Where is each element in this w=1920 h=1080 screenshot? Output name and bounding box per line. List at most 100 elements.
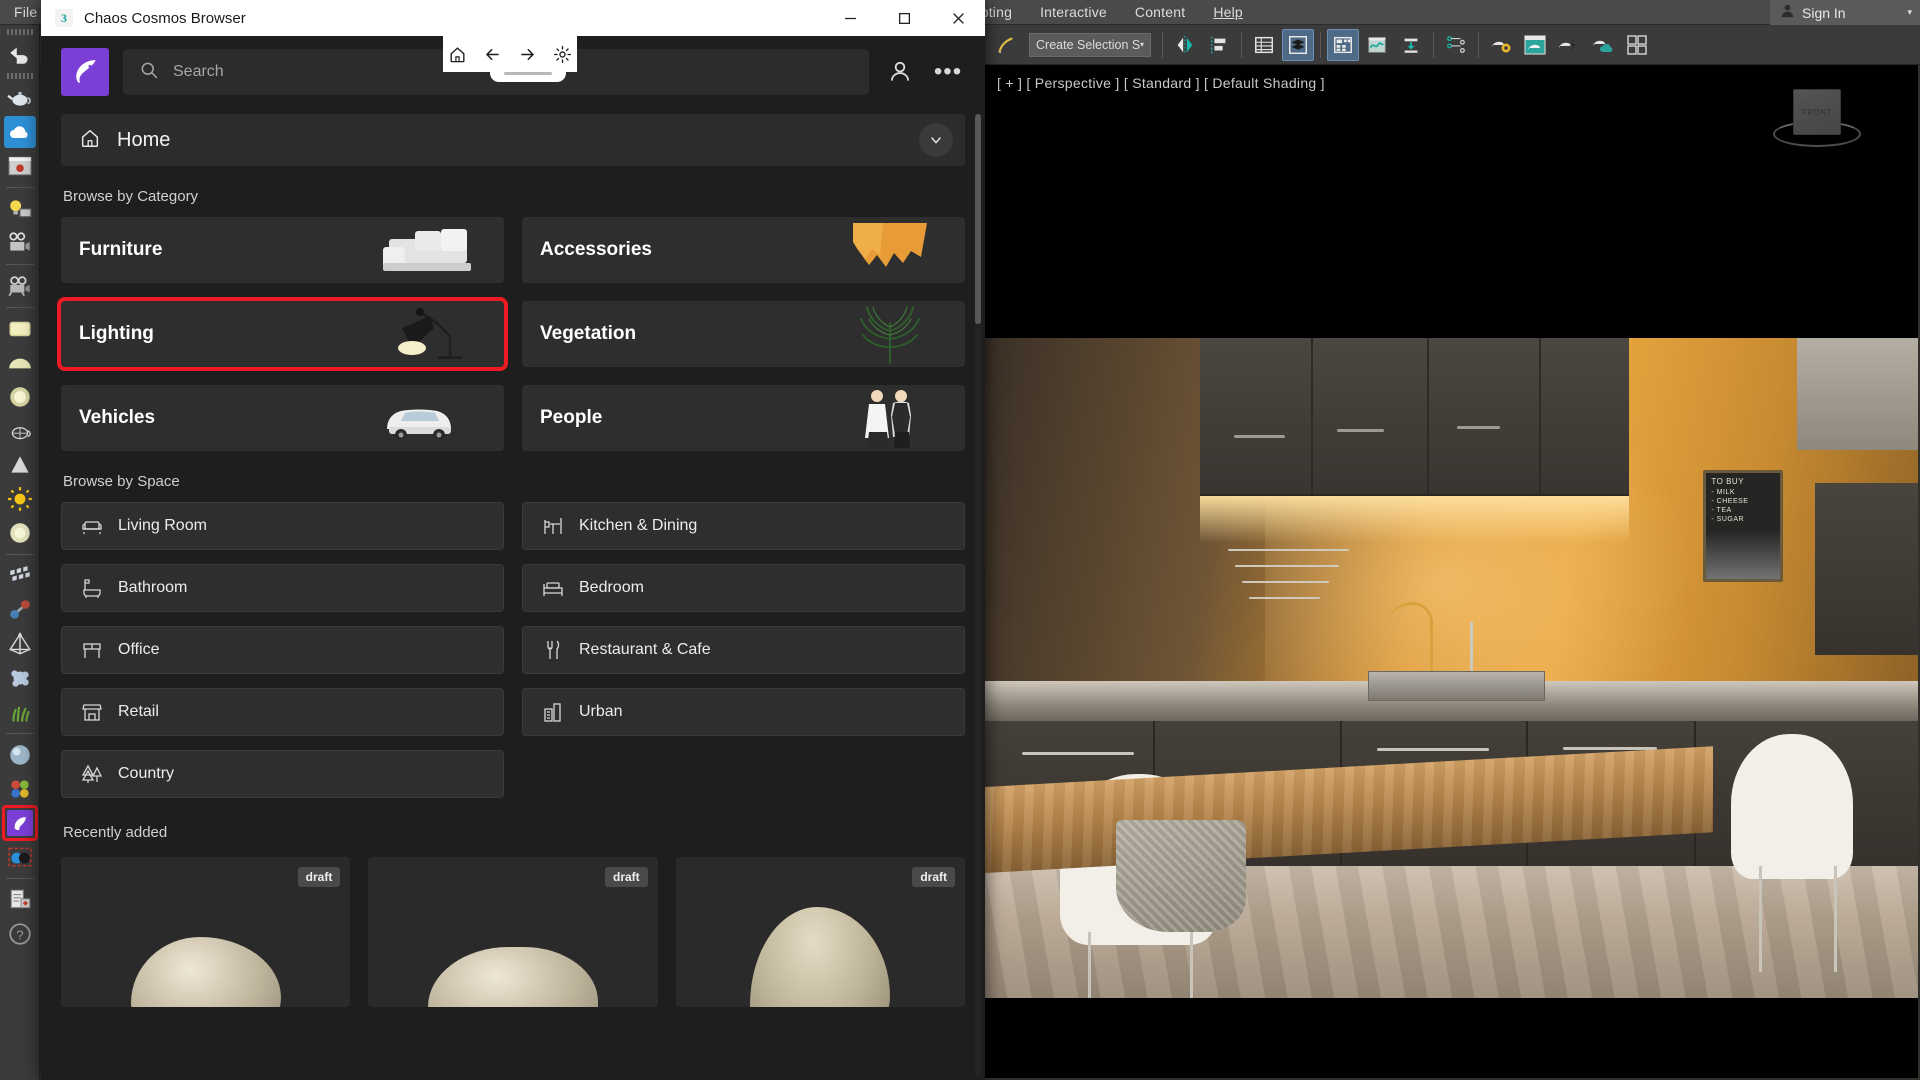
- rendered-image: TO BUY - MILK - CHEESE - TEA - SUGAR: [985, 338, 1918, 998]
- cosmos-logo-icon: [61, 48, 109, 96]
- render-region-icon[interactable]: [1621, 29, 1653, 61]
- mesh-light-icon[interactable]: [4, 415, 36, 447]
- user-account-icon[interactable]: [883, 55, 917, 89]
- space-label: Office: [118, 641, 160, 658]
- cloud-upload-icon[interactable]: [3, 116, 36, 148]
- menu-item-help[interactable]: Help: [1199, 2, 1257, 22]
- space-card-restaurant-cafe[interactable]: Restaurant & Cafe: [522, 626, 965, 674]
- selection-set-combo[interactable]: Create Selection Se ▾: [1029, 32, 1151, 57]
- settings-icon[interactable]: [552, 43, 574, 65]
- align-icon[interactable]: [1203, 29, 1235, 61]
- ribbon-icon[interactable]: [1327, 28, 1359, 61]
- plane-light-icon[interactable]: [4, 313, 36, 345]
- nav-pill: [443, 36, 577, 72]
- trees-icon: [80, 762, 104, 786]
- space-card-office[interactable]: Office: [61, 626, 504, 674]
- help-icon[interactable]: ?: [4, 918, 36, 950]
- dome-light-icon[interactable]: [4, 347, 36, 379]
- render-in-cloud-icon[interactable]: [1587, 29, 1619, 61]
- material-editor-icon[interactable]: [1440, 29, 1472, 61]
- viewport[interactable]: [ + ] [ Perspective ] [ Standard ] [ Def…: [985, 65, 1918, 1078]
- space-card-urban[interactable]: Urban: [522, 688, 965, 736]
- app-icon: 3: [55, 9, 73, 27]
- vertical-scrollbar[interactable]: [975, 114, 981, 1076]
- snapshot-icon[interactable]: [990, 29, 1022, 61]
- toon-material-icon[interactable]: [4, 841, 36, 873]
- ies-light-icon[interactable]: [4, 517, 36, 549]
- teapot-icon[interactable]: [4, 82, 36, 114]
- recent-asset-card[interactable]: draft: [61, 857, 351, 1007]
- render-setup-icon[interactable]: [1485, 29, 1517, 61]
- proxy-icon[interactable]: [4, 560, 36, 592]
- toolbar-separator: [5, 878, 34, 879]
- space-card-country[interactable]: Country: [61, 750, 504, 798]
- particle-icon[interactable]: [4, 662, 36, 694]
- scrollbar-thumb[interactable]: [975, 114, 981, 324]
- curve-editor-icon[interactable]: [1361, 29, 1393, 61]
- buildings-icon: [541, 700, 565, 724]
- atoms-icon[interactable]: [4, 594, 36, 626]
- camera-icon[interactable]: [4, 270, 36, 302]
- cosmos-browser-icon[interactable]: [1, 805, 38, 841]
- menu-item-interactive[interactable]: Interactive: [1026, 2, 1121, 22]
- breadcrumb[interactable]: Home: [61, 114, 965, 166]
- cosmos-browser-window: 3 Chaos Cosmos Browser Search ••• Home B…: [41, 0, 985, 1080]
- view-cube[interactable]: FRONT: [1771, 85, 1863, 165]
- camera-setup-icon[interactable]: [4, 227, 36, 259]
- recent-asset-card[interactable]: draft: [368, 857, 658, 1007]
- light-lister-icon[interactable]: [4, 193, 36, 225]
- space-card-living-room[interactable]: Living Room: [61, 502, 504, 550]
- chevron-down-icon[interactable]: ▾: [1907, 7, 1912, 18]
- recent-asset-card[interactable]: draft: [675, 857, 965, 1007]
- chevron-down-icon[interactable]: ▾: [1140, 40, 1144, 49]
- material-sphere-icon[interactable]: [4, 739, 36, 771]
- space-grid: Living Room Kitchen & Dining Bathroom Be…: [61, 502, 965, 798]
- maximize-icon[interactable]: [877, 0, 931, 36]
- category-card-lighting[interactable]: Lighting: [57, 297, 508, 371]
- multi-material-icon[interactable]: [4, 773, 36, 805]
- sign-in-button[interactable]: Sign In ▾: [1770, 0, 1920, 25]
- category-card-vehicles[interactable]: Vehicles: [61, 385, 504, 451]
- more-options-icon[interactable]: •••: [931, 55, 965, 89]
- render-production-icon[interactable]: [1553, 29, 1585, 61]
- sphere-light-icon[interactable]: [4, 381, 36, 413]
- cosmos-titlebar[interactable]: 3 Chaos Cosmos Browser: [41, 0, 985, 36]
- rock-thumbnail: [750, 907, 891, 1007]
- cone-light-icon[interactable]: [4, 449, 36, 481]
- render-frame-icon[interactable]: [4, 150, 36, 182]
- fur-icon[interactable]: [4, 696, 36, 728]
- space-card-kitchen-dining[interactable]: Kitchen & Dining: [522, 502, 965, 550]
- kitchen-rack: [1227, 543, 1349, 609]
- home-icon[interactable]: [447, 43, 469, 65]
- space-card-bedroom[interactable]: Bedroom: [522, 564, 965, 612]
- toolbar-drag-handle[interactable]: [6, 29, 33, 35]
- menu-item-content[interactable]: Content: [1121, 2, 1199, 22]
- layer-manager-icon[interactable]: [1282, 28, 1314, 61]
- mirror-icon[interactable]: [1169, 29, 1201, 61]
- clipboard-icon[interactable]: [4, 884, 36, 916]
- sun-icon[interactable]: [4, 483, 36, 515]
- view-cube-face[interactable]: FRONT: [1793, 89, 1841, 135]
- schematic-view-icon[interactable]: [1395, 29, 1427, 61]
- space-card-bathroom[interactable]: Bathroom: [61, 564, 504, 612]
- nav-pill-handle[interactable]: [490, 70, 566, 82]
- rendered-frame-icon[interactable]: [1519, 29, 1551, 61]
- pyramid-icon[interactable]: [4, 628, 36, 660]
- space-card-retail[interactable]: Retail: [61, 688, 504, 736]
- layer-explorer-icon[interactable]: [1248, 29, 1280, 61]
- category-card-people[interactable]: People: [522, 385, 965, 451]
- toolbar-separator: [1162, 31, 1163, 58]
- forward-icon[interactable]: [517, 43, 539, 65]
- chevron-down-icon[interactable]: [919, 123, 953, 157]
- toolbar-drag-handle[interactable]: [6, 73, 33, 79]
- category-card-vegetation[interactable]: Vegetation: [522, 301, 965, 367]
- undo-icon[interactable]: [4, 38, 36, 70]
- minimize-icon[interactable]: [823, 0, 877, 36]
- home-icon: [79, 127, 101, 154]
- search-placeholder: Search: [173, 63, 224, 80]
- category-card-furniture[interactable]: Furniture: [61, 217, 504, 283]
- close-icon[interactable]: [931, 0, 985, 36]
- category-card-accessories[interactable]: Accessories: [522, 217, 965, 283]
- back-icon[interactable]: [482, 43, 504, 65]
- category-grid: Furniture Accessories Lighting Vegetatio…: [57, 217, 965, 451]
